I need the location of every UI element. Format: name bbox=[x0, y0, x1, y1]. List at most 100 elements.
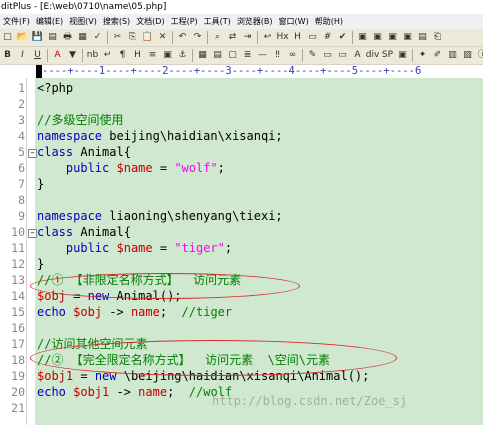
code-line[interactable]: 4 namespace beijing\haidian\xisanqi; bbox=[0, 129, 483, 144]
code-token: name bbox=[130, 305, 160, 319]
style-icon[interactable]: ✎ bbox=[306, 49, 319, 62]
code-line[interactable]: 12} bbox=[0, 257, 483, 272]
window-c-icon[interactable]: ▣ bbox=[386, 31, 399, 44]
code-line[interactable]: 11 public $name = "tiger"; bbox=[0, 241, 483, 256]
toolbar-separator bbox=[207, 31, 208, 44]
toolbar-separator bbox=[82, 49, 83, 62]
menu-item-2[interactable]: 视图(V) bbox=[66, 14, 100, 29]
comment-icon[interactable]: ‼ bbox=[271, 49, 284, 62]
menu-item-4[interactable]: 文档(D) bbox=[133, 14, 167, 29]
link-icon[interactable]: ∞ bbox=[286, 49, 299, 62]
print-preview-icon[interactable]: ▦ bbox=[76, 31, 89, 44]
new-icon[interactable]: □ bbox=[1, 31, 14, 44]
line-number: 18 bbox=[11, 353, 25, 367]
rule-icon[interactable]: — bbox=[256, 49, 269, 62]
menu-item-6[interactable]: 工具(T) bbox=[201, 14, 234, 29]
code-text: } bbox=[37, 177, 44, 192]
line-number: 16 bbox=[11, 321, 25, 335]
window-b-icon[interactable]: ▣ bbox=[371, 31, 384, 44]
code-line[interactable]: 6 public $name = "wolf"; bbox=[0, 161, 483, 176]
fold-toggle-icon[interactable]: − bbox=[28, 229, 37, 238]
code-editor[interactable]: 1 <?php 2 3 //多级空间使用 4 namespace beijing\haidi… bbox=[0, 78, 483, 425]
code-line[interactable]: 5− class Animal{ bbox=[0, 145, 483, 160]
line-number-icon[interactable]: # bbox=[321, 31, 334, 44]
bold-icon[interactable]: B bbox=[1, 49, 14, 62]
find-icon[interactable]: ⌕ bbox=[211, 31, 224, 44]
code-line[interactable]: 15 echo $obj -> name; //tiger bbox=[0, 305, 483, 320]
color-icon[interactable]: ▧ bbox=[461, 49, 474, 62]
form-icon[interactable]: ▤ bbox=[211, 49, 224, 62]
menu-item-7[interactable]: 浏览器(B) bbox=[234, 14, 276, 29]
save-all-icon[interactable]: ▤ bbox=[46, 31, 59, 44]
ruler-icon[interactable]: ▭ bbox=[306, 31, 319, 44]
open-icon[interactable]: 📂 bbox=[16, 31, 29, 44]
window-a-icon[interactable]: ▣ bbox=[356, 31, 369, 44]
menu-item-8[interactable]: 窗口(W) bbox=[276, 14, 312, 29]
word-wrap-icon[interactable]: ↩ bbox=[261, 31, 274, 44]
code-line[interactable]: 9 namespace liaoning\shenyang\tiexi; bbox=[0, 209, 483, 224]
code-line[interactable]: 10− class Animal{ bbox=[0, 225, 483, 240]
directory-icon[interactable]: ▤ bbox=[416, 31, 429, 44]
sp-icon[interactable]: SP bbox=[381, 49, 394, 62]
copy-icon[interactable]: ⎘ bbox=[126, 31, 139, 44]
delete-icon[interactable]: ✕ bbox=[156, 31, 169, 44]
italic-icon[interactable]: I bbox=[16, 49, 29, 62]
font-color-icon[interactable]: A bbox=[51, 49, 64, 62]
replace-icon[interactable]: ⇄ bbox=[226, 31, 239, 44]
code-token: $obj1 bbox=[73, 385, 110, 399]
paragraph-icon[interactable]: ¶ bbox=[116, 49, 129, 62]
php-icon[interactable]: ✦ bbox=[416, 49, 429, 62]
nbsp-icon[interactable]: nb bbox=[86, 49, 99, 62]
undo-icon[interactable]: ↶ bbox=[176, 31, 189, 44]
cut-icon[interactable]: ✂ bbox=[111, 31, 124, 44]
hash-icon[interactable]: ▥ bbox=[446, 49, 459, 62]
button-icon[interactable]: ▭ bbox=[336, 49, 349, 62]
redo-icon[interactable]: ↷ bbox=[191, 31, 204, 44]
window-d-icon[interactable]: ▣ bbox=[401, 31, 414, 44]
check-icon[interactable]: ✔ bbox=[336, 31, 349, 44]
toolbar-separator bbox=[412, 49, 413, 62]
code-line[interactable]: 7} bbox=[0, 177, 483, 192]
clip-icon[interactable]: ⎗ bbox=[431, 31, 444, 44]
heading-icon[interactable]: H bbox=[131, 49, 144, 62]
div-icon[interactable]: div bbox=[366, 49, 380, 62]
menu-item-3[interactable]: 搜索(S) bbox=[100, 14, 133, 29]
save-icon[interactable]: 💾 bbox=[31, 31, 44, 44]
code-line[interactable]: 3 //多级空间使用 bbox=[0, 113, 483, 128]
goto-icon[interactable]: ⇥ bbox=[241, 31, 254, 44]
brush-icon[interactable]: ✐ bbox=[431, 49, 444, 62]
print-icon[interactable]: 🖶 bbox=[61, 31, 74, 44]
paste-icon[interactable]: 📋 bbox=[141, 31, 154, 44]
menu-item-9[interactable]: 帮助(H) bbox=[312, 14, 346, 29]
underline-icon[interactable]: U bbox=[31, 49, 44, 62]
list-icon[interactable]: ≡ bbox=[146, 49, 159, 62]
code-text: namespace liaoning\shenyang\tiexi; bbox=[37, 209, 283, 224]
anchor-icon[interactable]: ⚓ bbox=[176, 49, 189, 62]
code-line[interactable]: 2 bbox=[0, 97, 483, 112]
break-icon[interactable]: ↵ bbox=[101, 49, 114, 62]
hex-icon[interactable]: Hx bbox=[276, 31, 289, 44]
menu-item-0[interactable]: 文件(F) bbox=[0, 14, 33, 29]
highlight-icon[interactable]: ▼ bbox=[66, 49, 79, 62]
annotation-ellipse-unqualified bbox=[30, 273, 300, 299]
code-token: "tiger" bbox=[174, 241, 225, 255]
fold-toggle-icon[interactable]: − bbox=[28, 149, 37, 158]
line-number: 4 bbox=[18, 129, 25, 143]
html-icon[interactable]: H bbox=[291, 31, 304, 44]
info-icon[interactable]: ⓘ bbox=[476, 49, 483, 62]
code-line[interactable]: 1 <?php bbox=[0, 81, 483, 96]
script-icon[interactable]: ▣ bbox=[396, 49, 409, 62]
code-line[interactable]: 8 bbox=[0, 193, 483, 208]
menu-item-1[interactable]: 编辑(E) bbox=[33, 14, 66, 29]
line-number: 12 bbox=[11, 257, 25, 271]
line-number: 10 bbox=[11, 225, 25, 239]
menu-item-5[interactable]: 工程(P) bbox=[168, 14, 201, 29]
image-icon[interactable]: ▣ bbox=[161, 49, 174, 62]
table-icon[interactable]: ▦ bbox=[196, 49, 209, 62]
a-tag-icon[interactable]: A bbox=[351, 49, 364, 62]
frame-icon[interactable]: ▢ bbox=[226, 49, 239, 62]
spell-icon[interactable]: ✓ bbox=[91, 31, 104, 44]
center-icon[interactable]: ≣ bbox=[241, 49, 254, 62]
code-line[interactable]: 16 bbox=[0, 321, 483, 336]
span-icon[interactable]: ▭ bbox=[321, 49, 334, 62]
